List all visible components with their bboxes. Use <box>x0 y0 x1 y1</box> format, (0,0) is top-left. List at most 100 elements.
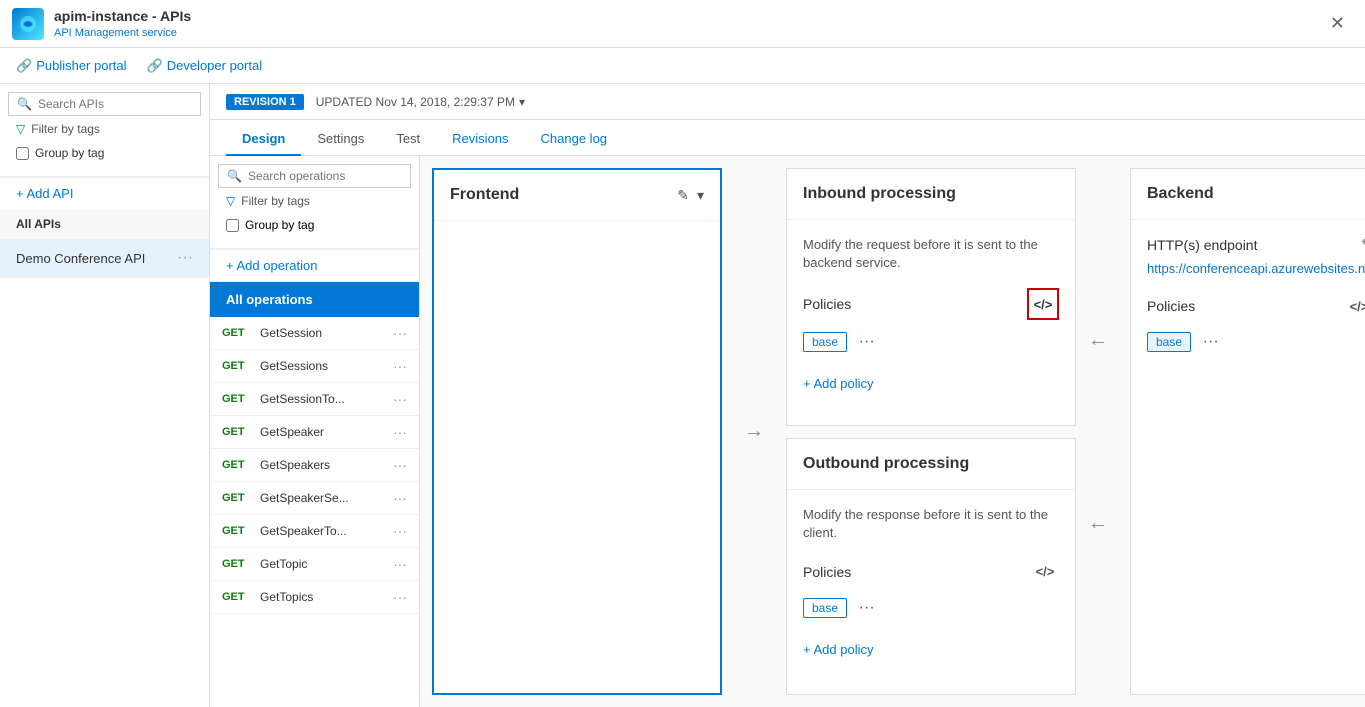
op-item-getsessionto[interactable]: GET GetSessionTo... ··· <box>210 383 419 416</box>
tab-settings[interactable]: Settings <box>301 123 380 156</box>
outbound-base-badge-row: base ··· <box>803 598 1059 626</box>
outbound-policies-row: Policies </> <box>803 558 1059 586</box>
api-item-demo-conference[interactable]: Demo Conference API ··· <box>0 239 209 278</box>
search-operations-input[interactable] <box>248 169 402 183</box>
outbound-panel-body: Modify the response before it is sent to… <box>787 490 1075 695</box>
title-text: apim-instance - APIs API Management serv… <box>54 8 191 39</box>
op-method: GET <box>222 426 252 438</box>
inbound-base-badge[interactable]: base <box>803 332 847 352</box>
op-more-icon[interactable]: ··· <box>393 325 407 341</box>
op-more-icon[interactable]: ··· <box>393 523 407 539</box>
op-more-icon[interactable]: ··· <box>393 589 407 605</box>
tab-design[interactable]: Design <box>226 123 301 156</box>
backend-panel: Backend HTTP(s) endpoint ✎ https://confe… <box>1130 168 1365 695</box>
search-icon: 🔍 <box>17 97 32 111</box>
ops-filter-label: Filter by tags <box>241 194 310 208</box>
inbound-more-button[interactable]: ··· <box>859 333 875 350</box>
edit-endpoint-icon[interactable]: ✎ <box>1361 236 1365 253</box>
service-name: API Management service <box>54 27 177 39</box>
op-name: GetSpeakers <box>260 458 385 472</box>
add-operation-button[interactable]: + Add operation <box>210 249 419 282</box>
ops-search-icon: 🔍 <box>227 169 242 183</box>
close-button[interactable]: ✕ <box>1322 9 1353 38</box>
outbound-base-badge[interactable]: base <box>803 598 847 618</box>
group-by-tag-row[interactable]: Group by tag <box>8 142 201 168</box>
op-more-icon[interactable]: ··· <box>393 358 407 374</box>
top-nav: 🔗 Publisher portal 🔗 Developer portal <box>0 48 1365 84</box>
frontend-panel-header: Frontend ✎ ▾ <box>434 170 720 221</box>
op-item-getspeakerto[interactable]: GET GetSpeakerTo... ··· <box>210 515 419 548</box>
tab-revisions[interactable]: Revisions <box>436 123 524 156</box>
outbound-add-policy-button[interactable]: + Add policy <box>803 634 1059 665</box>
inbound-description: Modify the request before it is sent to … <box>803 236 1059 272</box>
endpoint-url[interactable]: https://conferenceapi.azurewebsites.net <box>1147 261 1365 276</box>
op-method: GET <box>222 459 252 471</box>
op-name: GetSessionTo... <box>260 392 385 406</box>
chevron-down-icon[interactable]: ▾ <box>697 187 704 204</box>
backend-policies-code-button[interactable]: </> <box>1345 292 1365 320</box>
left-arrow-inbound-icon: ← <box>1088 329 1108 352</box>
search-apis-input[interactable] <box>38 97 192 111</box>
op-more-icon[interactable]: ··· <box>393 424 407 440</box>
op-name: GetSessions <box>260 359 385 373</box>
code-icon: </> <box>1034 297 1053 312</box>
backend-base-badge[interactable]: base <box>1147 332 1191 352</box>
design-area: 🔍 ▽ Filter by tags Group by tag + Add op… <box>210 156 1365 707</box>
op-more-icon[interactable]: ··· <box>393 457 407 473</box>
developer-portal-link[interactable]: 🔗 Developer portal <box>147 58 263 74</box>
frontend-panel-body <box>434 221 720 693</box>
inbound-panel-body: Modify the request before it is sent to … <box>787 220 1075 425</box>
inbound-add-policy-button[interactable]: + Add policy <box>803 368 1059 399</box>
backend-policies-row: Policies </> <box>1147 292 1365 320</box>
chevron-down-icon[interactable]: ▾ <box>519 95 525 109</box>
publisher-portal-link[interactable]: 🔗 Publisher portal <box>16 58 127 74</box>
op-item-gettopics[interactable]: GET GetTopics ··· <box>210 581 419 614</box>
op-more-icon[interactable]: ··· <box>393 556 407 572</box>
frontend-panel: Frontend ✎ ▾ <box>432 168 722 695</box>
outbound-policies-code-button[interactable]: </> <box>1031 558 1059 586</box>
outbound-policies-label: Policies <box>803 564 851 580</box>
edit-icon[interactable]: ✎ <box>677 187 689 204</box>
left-sidebar: 🔍 ▽ Filter by tags Group by tag + Add AP… <box>0 84 210 707</box>
op-more-icon[interactable]: ··· <box>393 391 407 407</box>
outbound-more-button[interactable]: ··· <box>859 599 875 616</box>
ops-group-by-tag-label: Group by tag <box>245 218 314 232</box>
panels-area: Frontend ✎ ▾ → <box>420 156 1365 707</box>
title-bar: apim-instance - APIs API Management serv… <box>0 0 1365 48</box>
tab-changelog[interactable]: Change log <box>525 123 624 156</box>
http-endpoint-label: HTTP(s) endpoint <box>1147 237 1257 253</box>
frontend-header-actions: ✎ ▾ <box>677 187 704 204</box>
op-item-getspeaker[interactable]: GET GetSpeaker ··· <box>210 416 419 449</box>
op-item-getsession[interactable]: GET GetSession ··· <box>210 317 419 350</box>
backend-more-button[interactable]: ··· <box>1203 333 1219 350</box>
tabs-bar: Design Settings Test Revisions Change lo… <box>210 120 1365 156</box>
op-method: GET <box>222 591 252 603</box>
outbound-processing-panel: Outbound processing Modify the response … <box>786 438 1076 696</box>
ops-filter-row[interactable]: ▽ Filter by tags <box>218 188 411 214</box>
group-by-tag-checkbox[interactable] <box>16 147 29 160</box>
op-item-getspeakers[interactable]: GET GetSpeakers ··· <box>210 449 419 482</box>
external-link-icon-2: 🔗 <box>147 58 163 74</box>
op-item-getsessions[interactable]: GET GetSessions ··· <box>210 350 419 383</box>
op-item-gettopic[interactable]: GET GetTopic ··· <box>210 548 419 581</box>
ops-group-by-tag-checkbox[interactable] <box>226 219 239 232</box>
op-item-getspeakerse[interactable]: GET GetSpeakerSe... ··· <box>210 482 419 515</box>
app-logo <box>12 8 44 40</box>
backend-panel-header: Backend <box>1131 169 1365 220</box>
content-area: REVISION 1 UPDATED Nov 14, 2018, 2:29:37… <box>210 84 1365 707</box>
app-title: apim-instance - APIs <box>54 8 191 24</box>
group-by-tag-label: Group by tag <box>35 146 104 160</box>
ops-group-by-tag-row[interactable]: Group by tag <box>218 214 411 240</box>
add-api-button[interactable]: + Add API <box>0 177 209 209</box>
op-more-icon[interactable]: ··· <box>393 490 407 506</box>
tab-test[interactable]: Test <box>380 123 436 156</box>
api-item-more-icon[interactable]: ··· <box>177 249 193 267</box>
inbound-policies-code-button[interactable]: </> <box>1027 288 1059 320</box>
api-item-name: Demo Conference API <box>16 251 145 266</box>
arrow-divider-1: → <box>734 168 774 695</box>
filter-by-tags-row[interactable]: ▽ Filter by tags <box>8 116 201 142</box>
all-operations-item[interactable]: All operations <box>210 282 419 317</box>
op-method: GET <box>222 327 252 339</box>
inbound-panel-title: Inbound processing <box>803 185 956 203</box>
backend-panel-body: HTTP(s) endpoint ✎ https://conferenceapi… <box>1131 220 1365 694</box>
